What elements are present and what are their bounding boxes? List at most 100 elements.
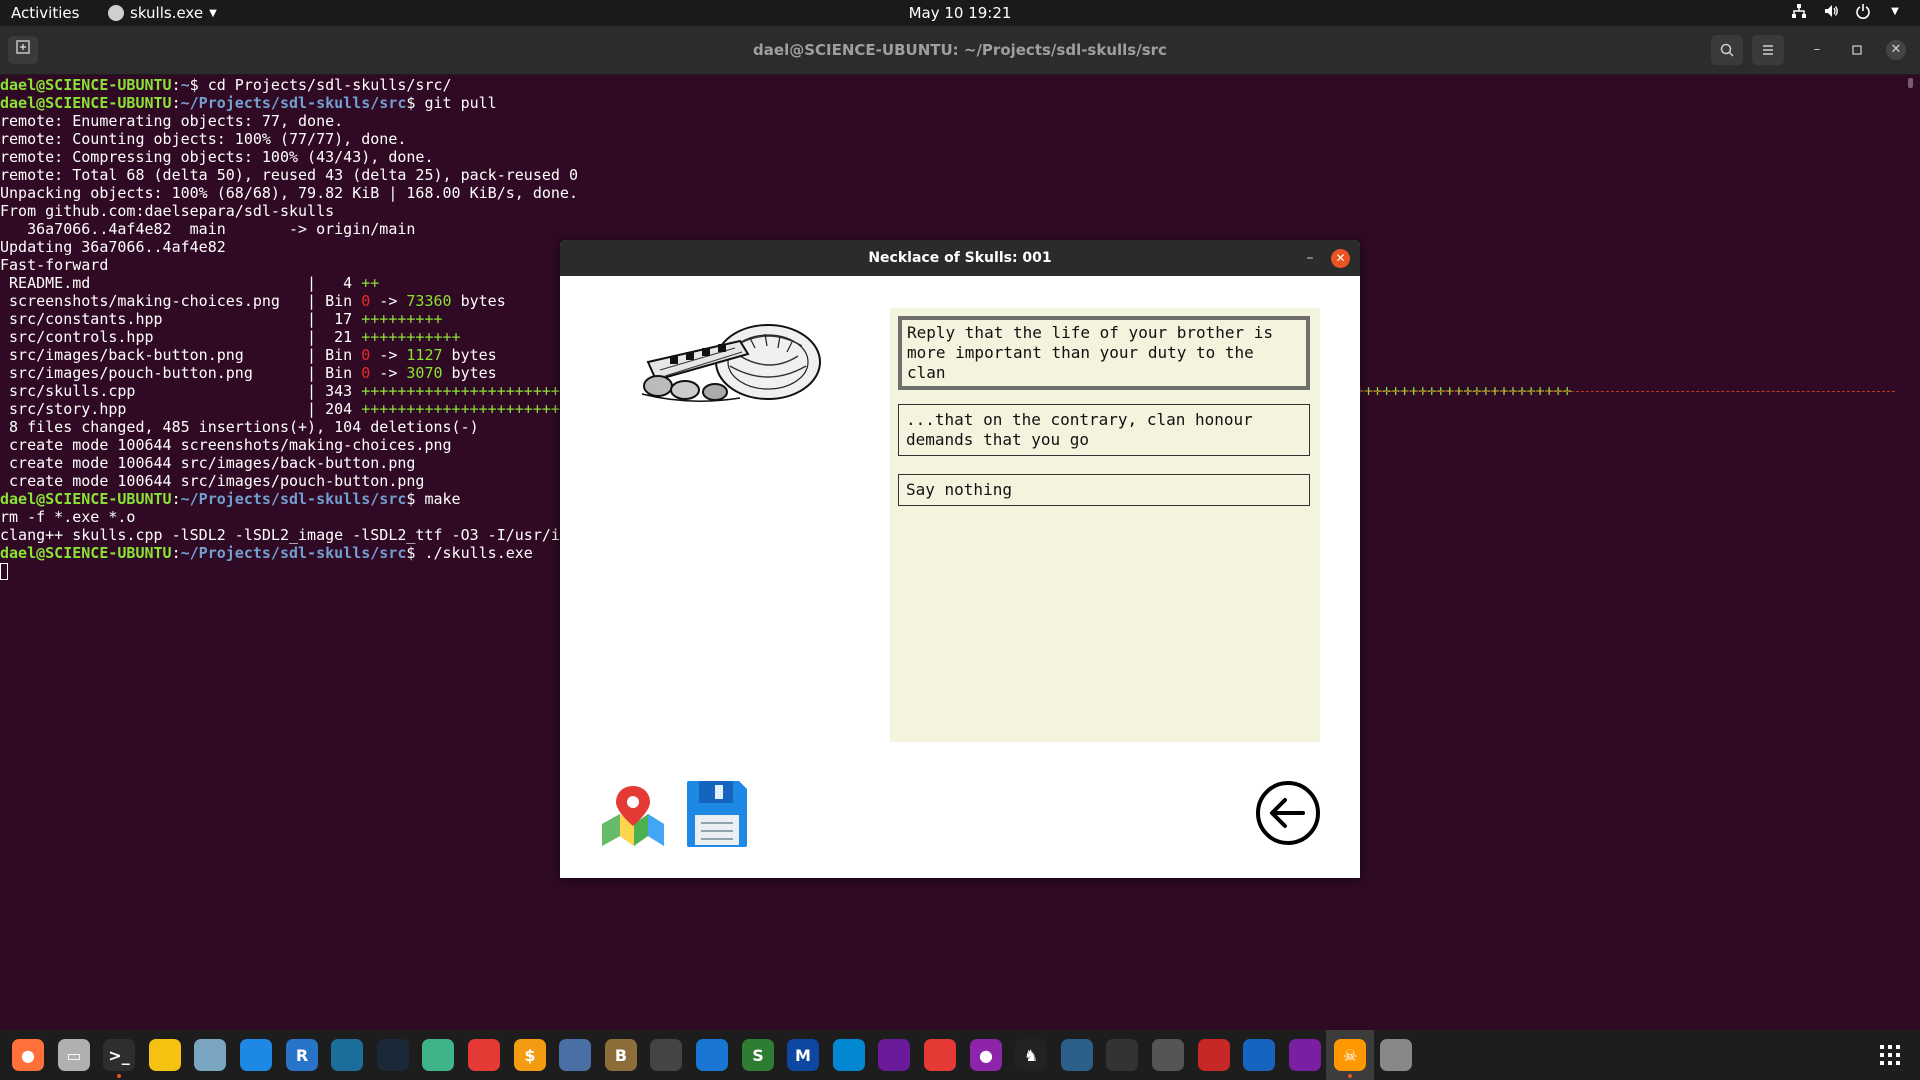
dock-vscode-icon[interactable] [240,1039,272,1071]
dock-R-icon[interactable]: R [286,1039,318,1071]
game-minimize-button[interactable]: – [1300,248,1320,268]
hamburger-menu-button[interactable] [1752,35,1784,65]
diffstat-unit: bytes [442,364,497,382]
diffstat-file: src/story.hpp | 204 [0,400,362,418]
command-text: $ ./skulls.exe [406,544,533,562]
diffstat-new-size: 3070 [406,364,443,382]
diffstat-plus: +++++++++++++++++++++++++ [361,382,588,400]
choice-1[interactable]: Reply that the life of your brother is m… [898,316,1310,390]
dock-app-icon[interactable] [1198,1039,1230,1071]
save-button[interactable] [685,779,749,849]
dock-app-icon[interactable] [559,1039,591,1071]
dock-dolphin-icon[interactable] [696,1039,728,1071]
dock-app-icon[interactable] [331,1039,363,1071]
show-applications-button[interactable] [1879,1044,1901,1066]
dock-chess-icon[interactable]: ♞ [1015,1039,1047,1071]
dock-app-icon[interactable] [833,1039,865,1071]
prompt-separator: : [171,94,181,112]
network-icon[interactable] [1790,3,1808,21]
terminal-line: dael@SCIENCE-UBUNTU:~/Projects/sdl-skull… [0,94,1905,112]
chevron-down-icon[interactable]: ▼ [1886,3,1904,21]
game-body: Reply that the life of your brother is m… [560,276,1360,878]
dock-app-icon[interactable] [1380,1039,1412,1071]
minimize-button[interactable]: – [1807,40,1827,60]
new-tab-icon [16,40,30,54]
output-text: 36a7066..4af4e82 main -> origin/main [0,220,416,238]
prompt-path: ~/Projects/sdl-skulls/src [180,490,407,508]
maximize-icon [1852,45,1862,55]
diffstat-file: screenshots/making-choices.png | Bin [0,292,362,310]
dock-S-icon[interactable]: S [742,1039,774,1071]
diffstat-unit: bytes [451,292,506,310]
diffstat-arrow: -> [370,292,407,310]
power-icon[interactable] [1854,3,1872,21]
dock-skulls-icon[interactable]: ☠ [1334,1039,1366,1071]
dock-gnome-games-icon[interactable] [149,1039,181,1071]
maximize-button[interactable] [1847,40,1867,60]
dock-app-icon[interactable] [1061,1039,1093,1071]
scrollbar-thumb[interactable] [1908,78,1913,88]
dock-money-icon[interactable]: $ [514,1039,546,1071]
prompt-user: dael@SCIENCE-UBUNTU [0,94,172,112]
dock-app-icon[interactable] [194,1039,226,1071]
diffstat-new-size: 73360 [406,292,452,310]
choices-panel: Reply that the life of your brother is m… [890,308,1320,742]
prompt-user: dael@SCIENCE-UBUNTU [0,490,172,508]
dock-app-icon[interactable] [422,1039,454,1071]
dock-app-icon[interactable] [924,1039,956,1071]
map-button[interactable] [600,784,666,848]
close-button[interactable]: ✕ [1886,40,1906,60]
dock-app-icon[interactable] [1106,1039,1138,1071]
prompt-user: dael@SCIENCE-UBUNTU [0,76,172,94]
map-icon [602,786,664,846]
clock[interactable]: May 10 19:21 [0,4,1920,22]
terminal-cursor [0,563,8,580]
output-text: remote: Enumerating objects: 77, done. [0,112,344,130]
game-titlebar[interactable]: Necklace of Skulls: 001 – ✕ [560,240,1360,276]
diffstat-arrow: -> [370,346,407,364]
running-indicator [117,1074,121,1078]
back-button[interactable] [1255,780,1321,846]
dock-firefox-icon[interactable]: ● [12,1039,44,1071]
grid-icon [1880,1045,1900,1065]
terminal-header-bar: dael@SCIENCE-UBUNTU: ~/Projects/sdl-skul… [0,26,1920,75]
menu-icon [1763,45,1773,55]
diffstat-file: src/images/back-button.png | Bin [0,346,362,364]
diffstat-file: src/constants.hpp | 17 [0,310,362,328]
activities-button[interactable]: Activities [11,4,79,22]
game-close-button[interactable]: ✕ [1331,249,1350,268]
output-text: create mode 100644 src/images/pouch-butt… [0,472,425,490]
choice-2[interactable]: ...that on the contrary, clan honour dem… [898,404,1310,456]
dock-app-icon[interactable] [1243,1039,1275,1071]
new-tab-button[interactable] [8,36,38,64]
terminal-line: 36a7066..4af4e82 main -> origin/main [0,220,1905,238]
dock-grape-icon[interactable]: ● [970,1039,1002,1071]
choice-3[interactable]: Say nothing [898,474,1310,506]
terminal-line: Unpacking objects: 100% (68/68), 79.82 K… [0,184,1905,202]
terminal-line: remote: Compressing objects: 100% (43/43… [0,148,1905,166]
terminal-line: remote: Counting objects: 100% (77/77), … [0,130,1905,148]
system-tray[interactable]: ▼ [1790,3,1904,21]
diffstat-old-size: 0 [361,364,371,382]
dock-terminal-icon[interactable]: >_ [103,1039,135,1071]
diffstat-plus: ++ [361,274,380,292]
terminal-line: From github.com:daelsepara/sdl-skulls [0,202,1905,220]
dock-steam-icon[interactable] [377,1039,409,1071]
app-menu[interactable]: skulls.exe ▼ [108,4,217,22]
dock-MFE-icon[interactable]: M [787,1039,819,1071]
dock-files-icon[interactable]: ▭ [58,1039,90,1071]
dock-app-icon[interactable] [650,1039,682,1071]
dock-dosbox-icon[interactable]: B [605,1039,637,1071]
dock-app-icon[interactable] [878,1039,910,1071]
prompt-separator: : [171,490,181,508]
dock-app-icon[interactable] [1152,1039,1184,1071]
dock-app-icon[interactable] [468,1039,500,1071]
diffstat-old-size: 0 [361,346,371,364]
terminal-scrollbar[interactable] [1906,76,1914,1030]
search-button[interactable] [1711,35,1743,65]
output-text: remote: Counting objects: 100% (77/77), … [0,130,407,148]
dock-app-icon[interactable] [1289,1039,1321,1071]
skull-necklace-illustration [641,324,821,402]
prompt-path: ~ [180,76,190,94]
volume-icon[interactable] [1822,3,1840,21]
